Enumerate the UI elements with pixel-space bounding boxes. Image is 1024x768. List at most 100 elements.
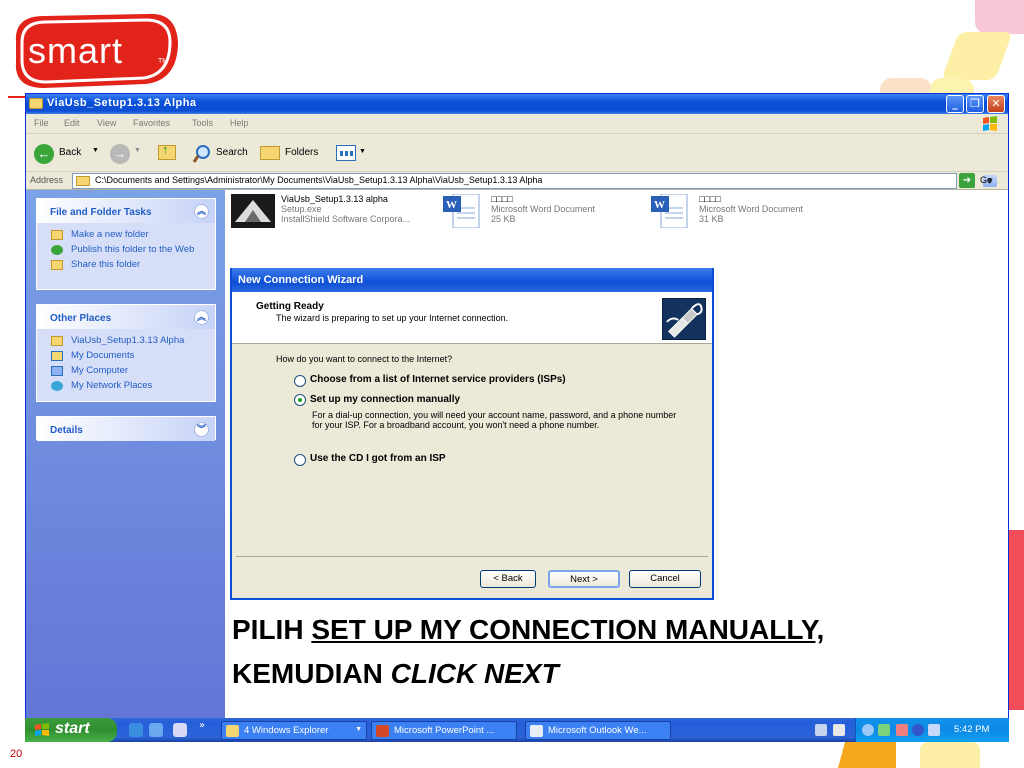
word-document-icon: W <box>651 194 688 228</box>
file-item-doc-2[interactable]: W □□□□ Microsoft Word Document 31 KB <box>649 194 839 230</box>
expand-icon[interactable]: ︾ <box>194 422 209 437</box>
forward-button[interactable]: → ▼ <box>108 142 148 164</box>
window-titlebar[interactable]: ViaUsb_Setup1.3.13 Alpha _ ❐ ✕ <box>26 94 1008 114</box>
views-button[interactable]: ▼ <box>334 142 370 164</box>
taskbar-label: Microsoft PowerPoint ... <box>394 725 495 736</box>
network-icon <box>51 381 63 391</box>
next-button[interactable]: Next > <box>548 570 620 588</box>
tray-app-icon[interactable] <box>878 724 890 736</box>
file-type: Microsoft Word Document <box>699 204 803 214</box>
restore-button[interactable]: ❐ <box>966 95 984 113</box>
menu-tools[interactable]: Tools <box>192 118 213 128</box>
menu-help[interactable]: Help <box>230 118 249 128</box>
system-tray: 5:42 PM <box>855 718 1009 742</box>
details-panel: Details ︾ <box>36 416 216 441</box>
windows-logo-icon <box>983 116 997 131</box>
go-button[interactable]: Go <box>980 175 992 185</box>
new-folder-icon <box>51 230 63 240</box>
file-type: Setup.exe <box>281 204 322 214</box>
windows-flag-icon <box>35 723 49 736</box>
task-publish-web[interactable]: Publish this folder to the Web <box>37 242 215 257</box>
search-label: Search <box>216 147 248 158</box>
option-cd-label[interactable]: Use the CD I got from an ISP <box>310 453 446 464</box>
search-button[interactable]: Search <box>190 142 252 164</box>
file-name: □□□□ <box>699 194 721 204</box>
slide-number: 20 <box>10 748 23 760</box>
menu-file[interactable]: File <box>34 118 49 128</box>
collapse-icon[interactable]: ︽ <box>194 204 209 219</box>
file-detail: InstallShield Software Corpora... <box>281 214 411 224</box>
close-button[interactable]: ✕ <box>987 95 1005 113</box>
file-name: ViaUsb_Setup1.3.13 alpha <box>281 194 388 204</box>
file-item-doc-1[interactable]: W □□□□ Microsoft Word Document 25 KB <box>441 194 631 230</box>
back-button[interactable]: ← Back ▼ <box>32 142 102 164</box>
decor-shape-peach-top <box>880 78 932 94</box>
menu-favorites[interactable]: Favorites <box>133 118 170 128</box>
task-label: Share this folder <box>71 259 141 270</box>
taskbar-powerpoint[interactable]: Microsoft PowerPoint ... <box>371 721 517 740</box>
tray-show-hidden-icon[interactable] <box>862 724 874 736</box>
tray-network-icon[interactable] <box>833 724 845 736</box>
window-title: ViaUsb_Setup1.3.13 Alpha <box>47 97 197 109</box>
ie-alt-quicklaunch-icon[interactable] <box>149 723 163 737</box>
decor-shape-yellow-mid <box>930 78 974 94</box>
address-value: C:\Documents and Settings\Administrator\… <box>95 175 543 185</box>
file-size: 25 KB <box>491 214 516 224</box>
quicklaunch-more-icon[interactable]: » <box>199 720 205 731</box>
connection-question: How do you want to connect to the Intern… <box>276 354 453 364</box>
tray-messenger-icon[interactable] <box>928 724 940 736</box>
my-documents-icon <box>51 351 63 361</box>
up-arrow-icon: ↑ <box>162 142 169 157</box>
start-button[interactable]: start <box>25 718 117 742</box>
place-my-computer[interactable]: My Computer <box>37 363 215 378</box>
panel-title: File and Folder Tasks <box>50 207 152 218</box>
file-item-setup[interactable]: ViaUsb_Setup1.3.13 alpha Setup.exe Insta… <box>231 194 431 230</box>
back-dropdown-icon: ▼ <box>92 147 99 154</box>
file-type: Microsoft Word Document <box>491 204 595 214</box>
dialog-separator <box>236 556 708 557</box>
panel-header[interactable]: Other Places ︽ <box>37 305 215 329</box>
menu-view[interactable]: View <box>97 118 116 128</box>
dialog-titlebar[interactable]: New Connection Wizard <box>232 268 712 292</box>
option-isp-list-radio[interactable] <box>294 375 306 387</box>
dialog-title: New Connection Wizard <box>238 274 364 286</box>
ie-quicklaunch-icon[interactable] <box>129 723 143 737</box>
panel-header[interactable]: File and Folder Tasks ︽ <box>37 199 215 223</box>
option-isp-list-label[interactable]: Choose from a list of Internet service p… <box>310 374 566 385</box>
panel-header[interactable]: Details ︾ <box>37 417 215 441</box>
cancel-button[interactable]: Cancel <box>629 570 701 588</box>
minimize-button[interactable]: _ <box>946 95 964 113</box>
option-manual-radio[interactable] <box>294 394 306 406</box>
folders-label: Folders <box>285 147 319 158</box>
place-label: My Network Places <box>71 380 153 391</box>
tray-volume-icon[interactable] <box>912 724 924 736</box>
globe-icon <box>51 245 63 255</box>
go-arrow-icon[interactable]: ➜ <box>959 173 975 188</box>
up-folder-button[interactable]: ↑ <box>156 142 184 164</box>
panel-title: Details <box>50 425 83 436</box>
task-label: Make a new folder <box>71 229 149 240</box>
taskbar: start » 4 Windows Explorer ▼ Microsoft P… <box>25 718 1009 742</box>
taskbar-windows-explorer[interactable]: 4 Windows Explorer ▼ <box>221 721 367 740</box>
media-quicklaunch-icon[interactable] <box>173 723 187 737</box>
outlook-web-icon <box>530 725 543 737</box>
menu-edit[interactable]: Edit <box>64 118 80 128</box>
task-make-new-folder[interactable]: Make a new folder <box>37 227 215 242</box>
taskbar-label: Microsoft Outlook We... <box>548 725 647 736</box>
option-cd-radio[interactable] <box>294 454 306 466</box>
folder-icon <box>76 176 90 186</box>
option-manual-label[interactable]: Set up my connection manually <box>310 394 460 405</box>
address-input[interactable]: C:\Documents and Settings\Administrator\… <box>72 173 997 189</box>
collapse-icon[interactable]: ︽ <box>194 310 209 325</box>
place-viausb-folder[interactable]: ViaUsb_Setup1.3.13 Alpha <box>37 333 215 348</box>
place-my-network[interactable]: My Network Places <box>37 378 215 393</box>
folders-button[interactable]: Folders <box>258 142 322 164</box>
tray-security-icon[interactable] <box>896 724 908 736</box>
place-my-documents[interactable]: My Documents <box>37 348 215 363</box>
address-label: Address <box>30 175 64 185</box>
taskbar-outlook[interactable]: Microsoft Outlook We... <box>525 721 671 740</box>
task-share-folder[interactable]: Share this folder <box>37 257 215 272</box>
back-button[interactable]: < Back <box>480 570 536 588</box>
tray-tool-icon[interactable] <box>815 724 827 736</box>
dialog-heading: Getting Ready <box>256 301 324 312</box>
